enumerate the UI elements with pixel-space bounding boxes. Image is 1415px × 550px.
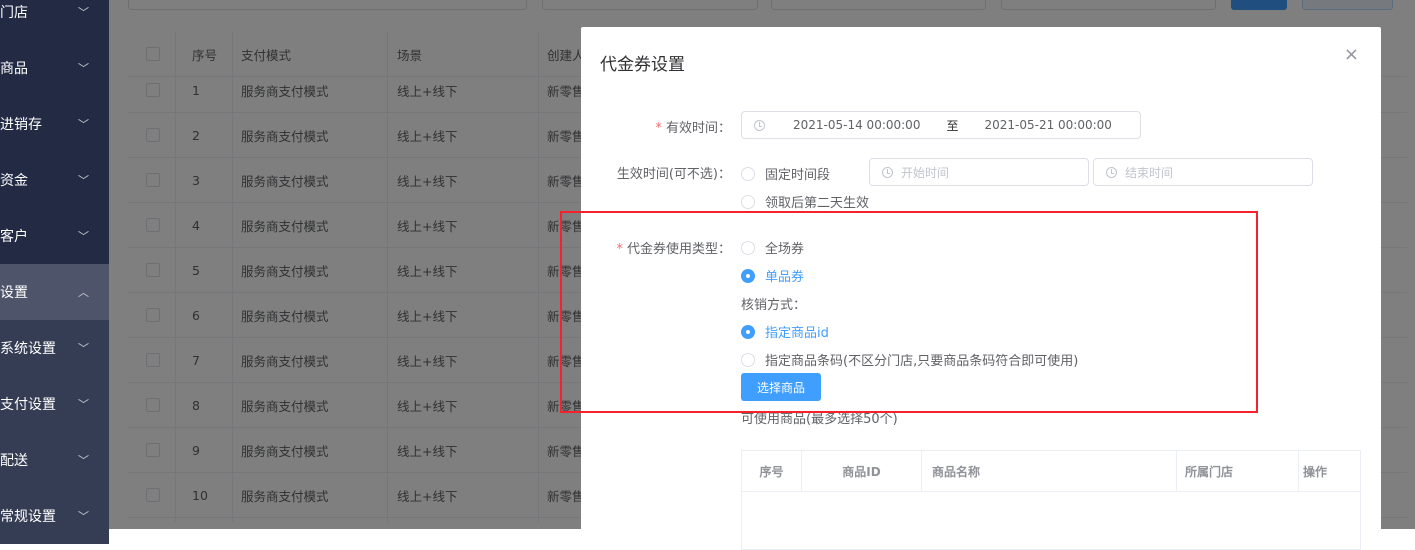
select-goods-button[interactable]: 选择商品 (741, 373, 821, 401)
start-time-input[interactable]: 开始时间 (869, 158, 1089, 186)
close-icon[interactable]: × (1344, 44, 1359, 65)
header-goods-id: 商品ID (802, 451, 922, 492)
sidebar-item-system-settings[interactable]: 系统设置 ﹀ (0, 320, 109, 376)
chevron-down-icon: ﹀ (78, 118, 89, 131)
radio-next-day[interactable]: 领取后第二天生效 (741, 192, 869, 211)
clock-icon (754, 119, 765, 131)
chevron-up-icon: ︿ (78, 286, 89, 299)
chevron-down-icon: ﹀ (78, 6, 89, 19)
sidebar-item-store[interactable]: 门店 ﹀ (0, 0, 109, 40)
chevron-down-icon: ﹀ (78, 62, 89, 75)
chevron-down-icon: ﹀ (78, 342, 89, 355)
goods-table: 序号 商品ID 商品名称 所属门店 操作 (741, 450, 1361, 550)
effective-time-label: 生效时间(可不选)： (616, 167, 731, 182)
chevron-down-icon: ﹀ (78, 230, 89, 243)
sidebar-item-settings[interactable]: 设置 ︿ (0, 264, 109, 320)
header-goods-name: 商品名称 (922, 451, 1177, 492)
valid-time-range-picker[interactable]: 2021-05-14 00:00:00 至 2021-05-21 00:00:0… (741, 111, 1141, 139)
clock-icon (1106, 166, 1117, 178)
sidebar-item-delivery[interactable]: 配送 ﹀ (0, 432, 109, 488)
sidebar-item-general-settings[interactable]: 常规设置 ﹀ (0, 488, 109, 544)
sidebar-item-goods[interactable]: 商品 ﹀ (0, 40, 109, 96)
header-action: 操作 (1299, 451, 1361, 492)
verify-method-label: 核销方式： (741, 298, 807, 313)
valid-time-label: * 有效时间： (655, 121, 731, 136)
end-time-input[interactable]: 结束时间 (1093, 158, 1313, 186)
radio-fixed-period[interactable]: 固定时间段 (741, 164, 830, 183)
sidebar: 门店 ﹀ 商品 ﹀ 进销存 ﹀ 资金 ﹀ 客户 ﹀ 设置 ︿ 系统设置 ﹀ 支付设置 ﹀ 配送 ﹀… (0, 0, 109, 544)
sidebar-item-payment-settings[interactable]: 支付设置 ﹀ (0, 376, 109, 432)
end-date: 2021-05-21 00:00:00 (984, 118, 1112, 132)
chevron-down-icon: ﹀ (78, 510, 89, 523)
sidebar-item-customer[interactable]: 客户 ﹀ (0, 208, 109, 264)
chevron-down-icon: ﹀ (78, 174, 89, 187)
start-date: 2021-05-14 00:00:00 (793, 118, 921, 132)
radio-single-item-voucher[interactable]: 单品券 (741, 266, 804, 285)
clock-icon (882, 166, 893, 178)
radio-verify-by-id[interactable]: 指定商品id (741, 322, 829, 341)
usage-type-label: * 代金券使用类型： (616, 242, 731, 257)
dialog-title: 代金券设置 (600, 55, 685, 75)
chevron-down-icon: ﹀ (78, 398, 89, 411)
header-index: 序号 (742, 451, 802, 492)
sidebar-item-funds[interactable]: 资金 ﹀ (0, 152, 109, 208)
chevron-down-icon: ﹀ (78, 454, 89, 467)
sidebar-item-inventory[interactable]: 进销存 ﹀ (0, 96, 109, 152)
radio-all-store-voucher[interactable]: 全场券 (741, 238, 804, 257)
available-goods-label: 可使用商品(最多选择50个) (741, 412, 898, 427)
radio-verify-by-barcode[interactable]: 指定商品条码(不区分门店,只要商品条码符合即可使用) (741, 350, 1078, 369)
voucher-settings-dialog: 代金券设置 × * 有效时间： 2021-05-14 00:00:00 至 202… (581, 27, 1381, 550)
header-store: 所属门店 (1177, 451, 1299, 492)
range-separator: 至 (946, 118, 959, 133)
